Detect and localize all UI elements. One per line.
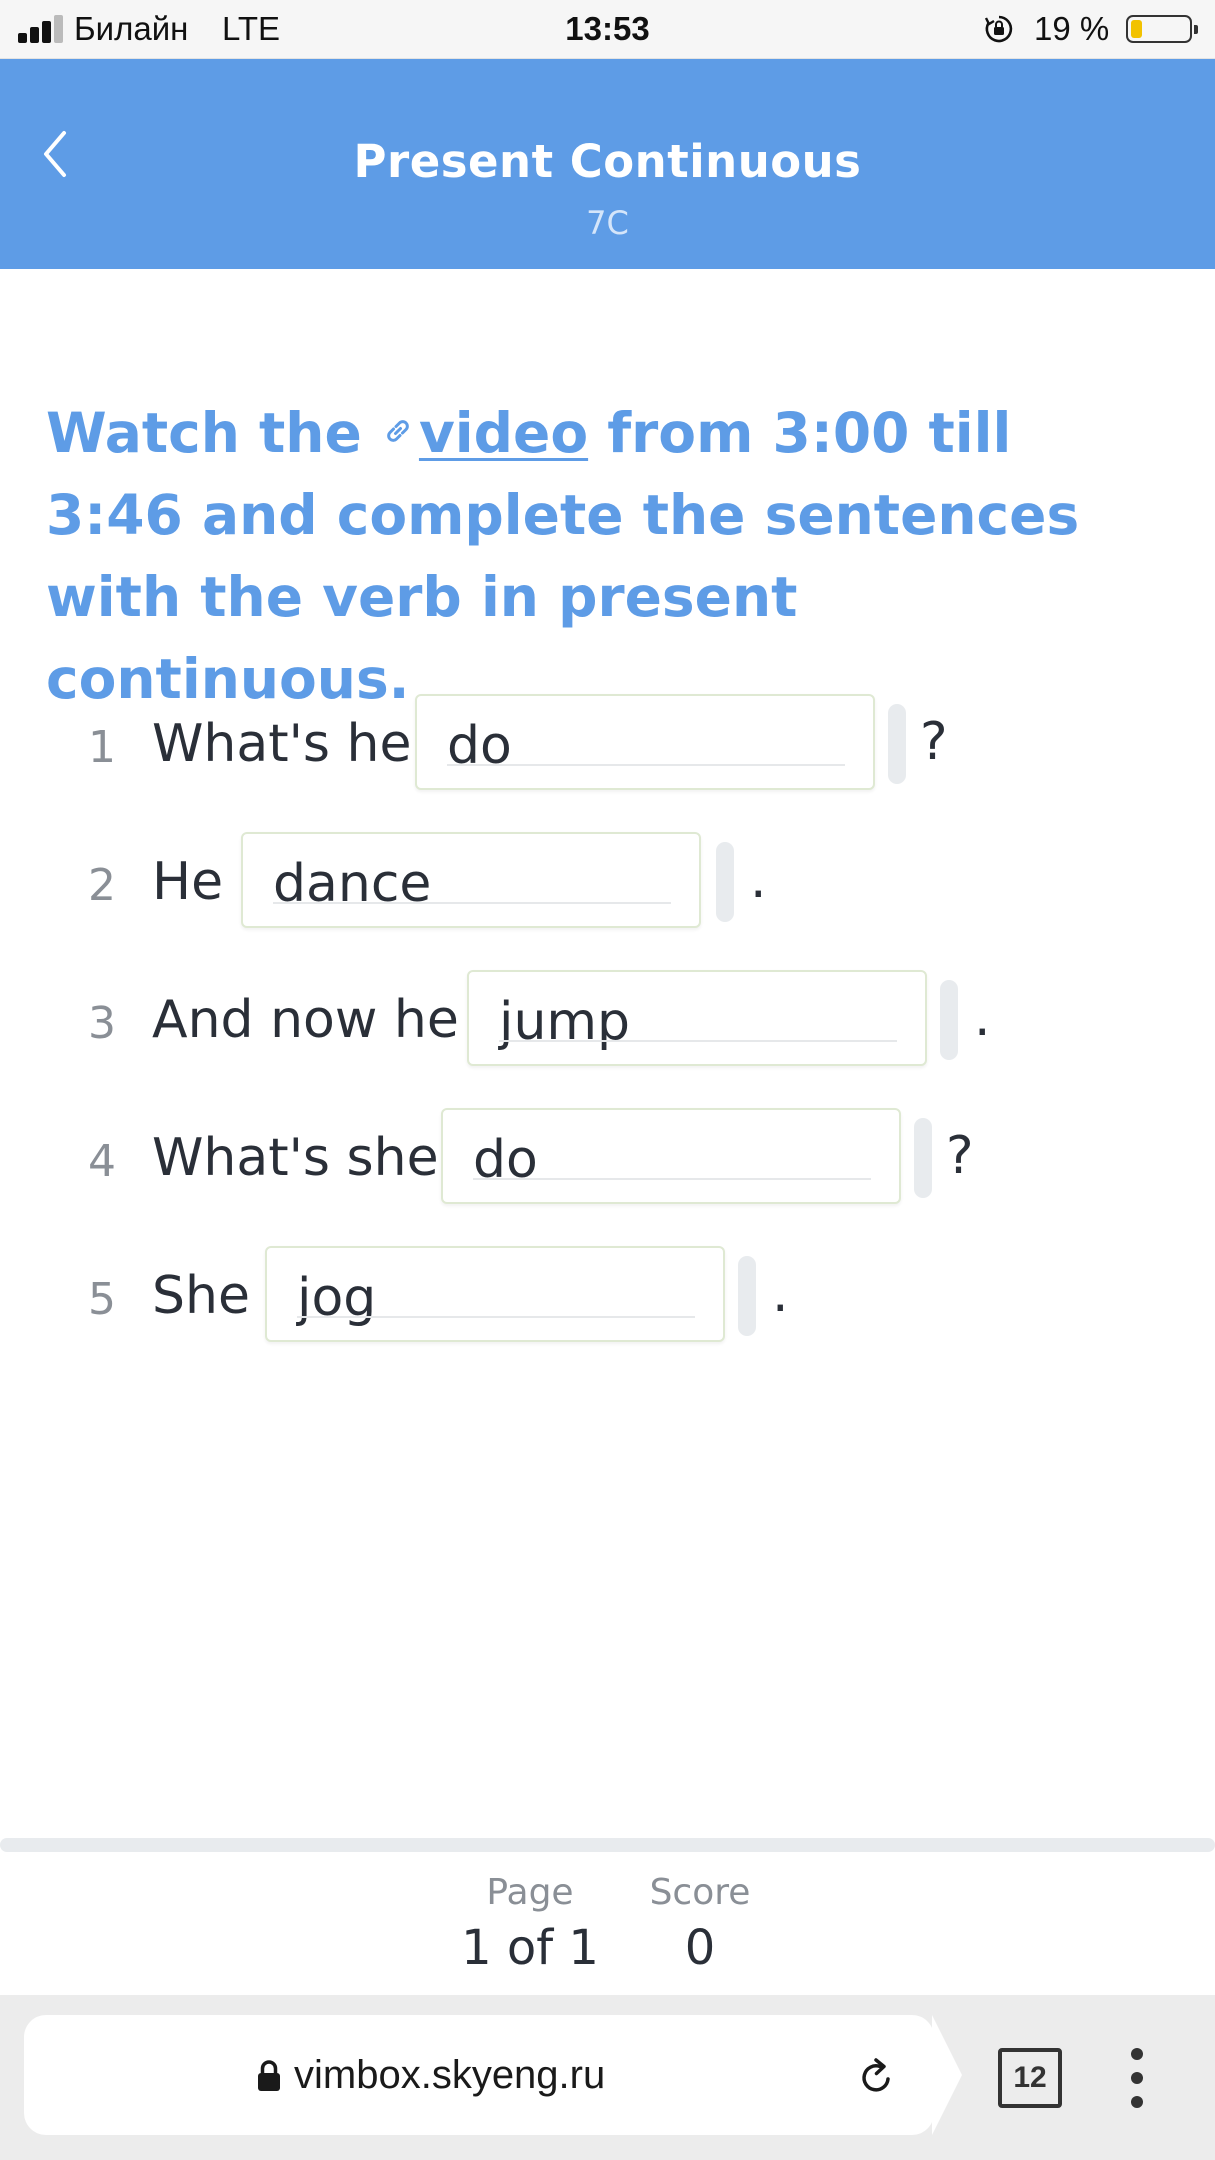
item-text: She bbox=[152, 1266, 250, 1326]
lesson-title: Present Continuous bbox=[353, 135, 862, 188]
lock-icon bbox=[258, 2060, 280, 2091]
instruction-prefix: Watch the bbox=[46, 401, 362, 465]
answer-value: dance bbox=[273, 854, 432, 914]
item-text: What's she bbox=[152, 1128, 439, 1188]
item-number: 2 bbox=[88, 860, 116, 911]
drag-handle[interactable] bbox=[716, 842, 734, 922]
page-label: Page bbox=[486, 1872, 574, 1913]
item-punctuation: . bbox=[974, 988, 991, 1048]
battery-icon bbox=[1126, 15, 1198, 43]
menu-icon[interactable] bbox=[1124, 2048, 1150, 2108]
item-number: 4 bbox=[88, 1136, 116, 1187]
exercise-instruction: Watch the video from 3:00 till 3:46 and … bbox=[46, 392, 1166, 720]
item-text: What's he bbox=[152, 714, 412, 774]
tabs-button[interactable]: 12 bbox=[998, 2048, 1062, 2108]
rotation-lock-icon bbox=[984, 15, 1013, 43]
item-punctuation: ? bbox=[946, 1126, 974, 1186]
item-text: He bbox=[152, 852, 224, 912]
item-punctuation: . bbox=[750, 850, 767, 910]
url-text: vimbox.skyeng.ru bbox=[294, 2053, 606, 2097]
item-number: 5 bbox=[88, 1274, 116, 1325]
score-label: Score bbox=[649, 1872, 751, 1913]
footer-divider bbox=[0, 1838, 1215, 1852]
browser-toolbar: vimbox.skyeng.ru 12 bbox=[0, 1995, 1215, 2160]
drag-handle[interactable] bbox=[914, 1118, 932, 1198]
drag-handle[interactable] bbox=[738, 1256, 756, 1336]
item-number: 3 bbox=[88, 998, 116, 1049]
item-text: And now he bbox=[152, 990, 459, 1050]
exercise-item-1: 1 What's he do ? bbox=[0, 694, 1215, 794]
address-bar[interactable]: vimbox.skyeng.ru bbox=[24, 2015, 962, 2135]
lesson-header: Present Continuous 7C bbox=[0, 59, 1215, 269]
battery-percent: 19 % bbox=[1034, 10, 1110, 47]
lesson-subtitle: 7C bbox=[586, 204, 629, 242]
answer-field[interactable]: do bbox=[441, 1108, 901, 1204]
link-icon bbox=[387, 420, 409, 442]
video-link[interactable]: video bbox=[419, 401, 588, 465]
score-value: 0 bbox=[684, 1920, 716, 1976]
status-bar: Билайн LTE 13:53 19 % bbox=[0, 0, 1215, 59]
answer-value: do bbox=[473, 1130, 538, 1190]
item-number: 1 bbox=[88, 722, 116, 773]
exercise-item-5: 5 She jog . bbox=[0, 1246, 1215, 1346]
answer-field[interactable]: jump bbox=[467, 970, 927, 1066]
drag-handle[interactable] bbox=[888, 704, 906, 784]
answer-field[interactable]: jog bbox=[265, 1246, 725, 1342]
exercise-item-2: 2 He dance . bbox=[0, 832, 1215, 932]
status-time: 13:53 bbox=[565, 10, 650, 47]
answer-value: do bbox=[447, 716, 512, 776]
item-punctuation: ? bbox=[920, 712, 948, 772]
item-punctuation: . bbox=[772, 1264, 789, 1324]
battery-level bbox=[1131, 20, 1142, 38]
answer-field[interactable]: dance bbox=[241, 832, 701, 928]
answer-value: jump bbox=[499, 992, 631, 1052]
reload-icon[interactable] bbox=[854, 2055, 898, 2099]
drag-handle[interactable] bbox=[940, 980, 958, 1060]
exercise-item-3: 3 And now he jump . bbox=[0, 970, 1215, 1070]
exercise-item-4: 4 What's she do ? bbox=[0, 1108, 1215, 1208]
answer-field[interactable]: do bbox=[415, 694, 875, 790]
answer-value: jog bbox=[297, 1268, 377, 1328]
page-value: 1 of 1 bbox=[461, 1920, 599, 1976]
